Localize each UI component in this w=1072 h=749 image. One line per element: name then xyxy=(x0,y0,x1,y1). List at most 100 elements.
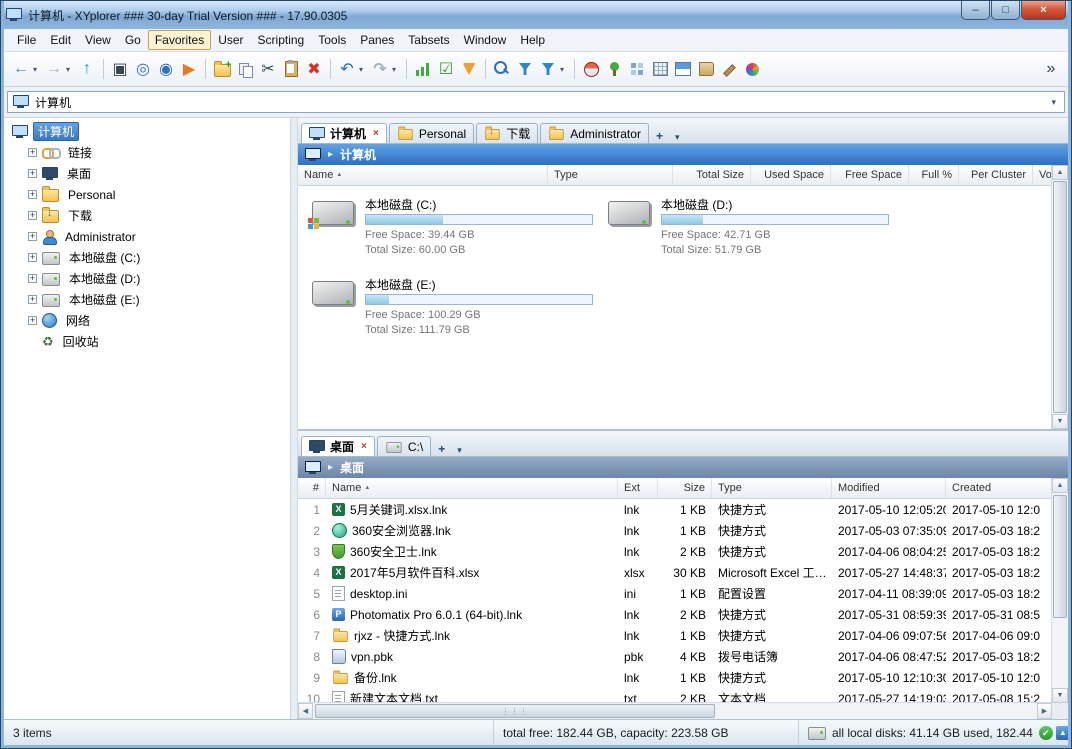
breadcrumb-label[interactable]: 桌面 xyxy=(340,459,364,476)
menu-help[interactable]: Help xyxy=(513,30,552,50)
expander-icon[interactable]: + xyxy=(28,232,37,241)
bottom-horizontal-scrollbar[interactable]: ◀ ⋮⋮⋮ ▶ xyxy=(298,702,1052,719)
toolbar-overflow-button[interactable]: » xyxy=(1040,56,1062,82)
address-dropdown-caret[interactable]: ▾ xyxy=(1048,97,1059,108)
column-created[interactable]: Created xyxy=(946,478,1052,498)
levels-button[interactable] xyxy=(412,56,434,82)
scroll-down-button[interactable]: ▼ xyxy=(1052,414,1068,429)
menu-window[interactable]: Window xyxy=(457,30,514,50)
tab-desktop[interactable]: 桌面 × xyxy=(301,436,375,456)
close-button[interactable]: × xyxy=(1021,1,1066,20)
menu-view[interactable]: View xyxy=(78,30,118,50)
column-total-size[interactable]: Total Size xyxy=(673,165,751,185)
filter-button[interactable] xyxy=(514,56,536,82)
file-row[interactable]: 9 备份.lnk lnk 1 KB 快捷方式 2017-05-10 12:10:… xyxy=(298,667,1052,688)
chevron-right-icon[interactable]: ▸ xyxy=(328,462,333,473)
column-ext[interactable]: Ext xyxy=(618,478,658,498)
cut-button[interactable]: ✂ xyxy=(257,56,279,82)
undo-button[interactable]: ↶ xyxy=(336,56,358,82)
scroll-thumb[interactable]: ⋮⋮⋮ xyxy=(315,704,715,718)
file-row[interactable]: 6 PPhotomatix Pro 6.0.1 (64-bit).lnk lnk… xyxy=(298,604,1052,625)
tab-drive-c[interactable]: C:\ xyxy=(377,436,431,456)
tree-item-drive-d[interactable]: + 本地磁盘 (D:) xyxy=(4,268,290,289)
go-button[interactable]: ▶ xyxy=(178,56,200,82)
filter-enable-button[interactable] xyxy=(537,56,559,82)
tab-personal[interactable]: Personal xyxy=(389,123,474,143)
column-free-space[interactable]: Free Space xyxy=(831,165,909,185)
file-row[interactable]: 5 desktop.ini ini 1 KB 配置设置 2017-04-11 0… xyxy=(298,583,1052,604)
tree-item-downloads[interactable]: + 下载 xyxy=(4,205,290,226)
expander-icon[interactable]: + xyxy=(28,148,37,157)
minimize-button[interactable]: – xyxy=(961,1,990,20)
undo-dropdown-caret[interactable]: ▾ xyxy=(359,56,368,82)
menu-scripting[interactable]: Scripting xyxy=(251,30,312,50)
tree-item-personal[interactable]: + Personal xyxy=(4,184,290,205)
back-dropdown-caret[interactable]: ▾ xyxy=(33,56,42,82)
forward-button[interactable]: → xyxy=(43,56,65,82)
tree-item-administrator[interactable]: + Administrator xyxy=(4,226,290,247)
expander-icon[interactable]: + xyxy=(28,169,37,178)
column-index[interactable]: # xyxy=(298,478,326,498)
new-tab-button[interactable]: + xyxy=(433,442,450,456)
menu-go[interactable]: Go xyxy=(118,30,148,50)
column-type[interactable]: Type xyxy=(712,478,832,498)
notes-button[interactable] xyxy=(695,56,717,82)
file-row[interactable]: 7 rjxz - 快捷方式.lnk lnk 1 KB 快捷方式 2017-04-… xyxy=(298,625,1052,646)
screen-button[interactable]: ▣ xyxy=(109,56,131,82)
scroll-down-button[interactable]: ▼ xyxy=(1052,688,1068,703)
delete-button[interactable]: ✖ xyxy=(303,56,325,82)
column-modified[interactable]: Modified xyxy=(832,478,946,498)
scroll-thumb[interactable] xyxy=(1053,495,1067,618)
chevron-right-icon[interactable]: ▸ xyxy=(328,149,333,160)
tree-pane-splitter[interactable] xyxy=(290,118,298,719)
expander-icon[interactable]: + xyxy=(28,316,37,325)
redo-dropdown-caret[interactable]: ▾ xyxy=(392,56,401,82)
tree-item-links[interactable]: + 链接 xyxy=(4,142,290,163)
file-row[interactable]: 10 新建文本文档.txt txt 2 KB 文本文档 2017-05-27 1… xyxy=(298,688,1052,703)
expander-icon[interactable]: + xyxy=(28,274,37,283)
address-input[interactable]: 计算机 ▾ xyxy=(7,91,1065,113)
bottom-vertical-scrollbar[interactable]: ▲ ▼ xyxy=(1051,478,1068,703)
color-filter-button[interactable] xyxy=(741,56,763,82)
search-button[interactable] xyxy=(491,56,513,82)
column-name[interactable]: Name▲ xyxy=(298,165,548,185)
tab-close-icon[interactable]: × xyxy=(373,128,379,139)
pizza-button[interactable] xyxy=(458,56,480,82)
tab-list-caret[interactable]: ▾ xyxy=(452,445,467,456)
tree-item-computer[interactable]: 计算机 xyxy=(4,121,290,142)
column-used-space[interactable]: Used Space xyxy=(751,165,831,185)
drive-tile-c[interactable]: 本地磁盘 (C:) Free Space: 39.44 GB Total Siz… xyxy=(310,196,602,258)
title-bar[interactable]: 计算机 - XYplorer ### 30-day Trial Version … xyxy=(4,1,1068,29)
forward-dropdown-caret[interactable]: ▾ xyxy=(66,56,75,82)
tree-item-drive-e[interactable]: + 本地磁盘 (E:) xyxy=(4,289,290,310)
tree-item-drive-c[interactable]: + 本地磁盘 (C:) xyxy=(4,247,290,268)
file-row[interactable]: 2 360安全浏览器.lnk lnk 1 KB 快捷方式 2017-05-03 … xyxy=(298,520,1052,541)
paste-button[interactable] xyxy=(280,56,302,82)
tab-list-caret[interactable]: ▾ xyxy=(670,132,685,143)
menu-panes[interactable]: Panes xyxy=(353,30,401,50)
tree-item-network[interactable]: + 网络 xyxy=(4,310,290,331)
scroll-right-button[interactable]: ▶ xyxy=(1037,703,1052,719)
top-vertical-scrollbar[interactable]: ▲ ▼ xyxy=(1051,165,1068,429)
grid-view-button[interactable] xyxy=(649,56,671,82)
column-per-cluster[interactable]: Per Cluster xyxy=(959,165,1033,185)
ball-button[interactable] xyxy=(580,56,602,82)
column-name[interactable]: Name▲ xyxy=(326,478,618,498)
scroll-thumb[interactable] xyxy=(1053,181,1067,413)
expander-icon[interactable]: + xyxy=(28,190,37,199)
expander-icon[interactable]: + xyxy=(28,253,37,262)
file-row[interactable]: 3 360安全卫士.lnk lnk 2 KB 快捷方式 2017-04-06 0… xyxy=(298,541,1052,562)
up-button[interactable]: ↑ xyxy=(76,56,98,82)
breadcrumb-label[interactable]: 计算机 xyxy=(340,146,376,163)
menu-tabsets[interactable]: Tabsets xyxy=(401,30,456,50)
back-button[interactable]: ← xyxy=(10,56,32,82)
menu-edit[interactable]: Edit xyxy=(43,30,78,50)
menu-user[interactable]: User xyxy=(211,30,250,50)
target-button[interactable]: ◎ xyxy=(132,56,154,82)
filter-dropdown-caret[interactable]: ▾ xyxy=(560,56,569,82)
zoom-target-button[interactable]: ◉ xyxy=(155,56,177,82)
menu-file[interactable]: File xyxy=(10,30,43,50)
column-full-pct[interactable]: Full % xyxy=(909,165,959,185)
status-upload-icon[interactable]: ▲ xyxy=(1056,726,1068,740)
expander-icon[interactable]: + xyxy=(28,211,37,220)
